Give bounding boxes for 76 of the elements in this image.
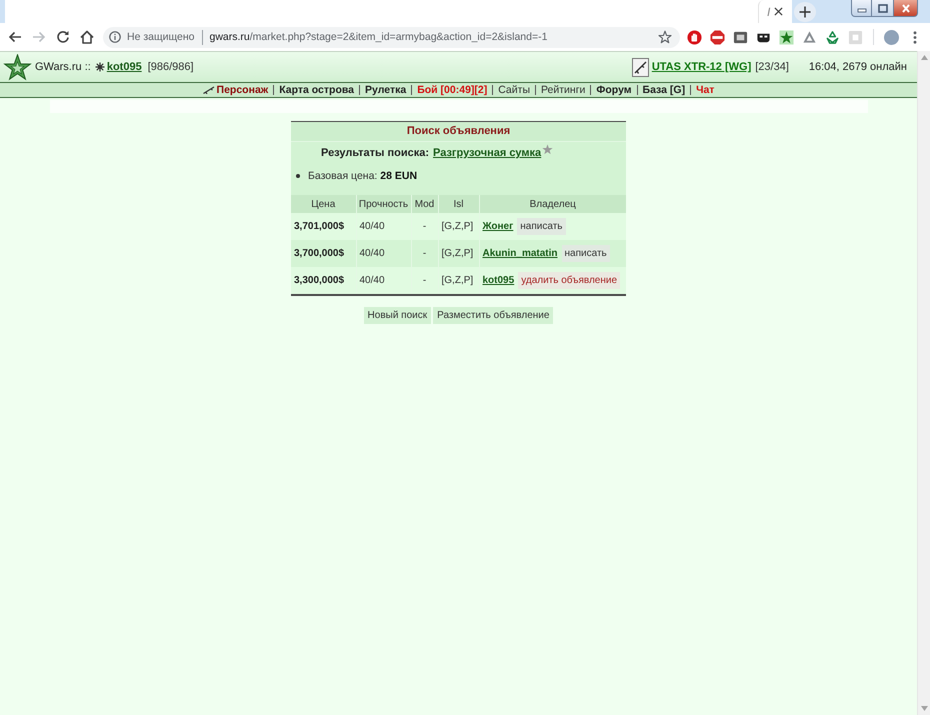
price-cell: 3,700,000$	[291, 240, 356, 267]
box-icon[interactable]	[733, 30, 748, 44]
triangle-icon[interactable]	[802, 30, 817, 44]
panel-title: Поиск объявления	[291, 122, 626, 142]
rifle-icon[interactable]	[632, 58, 649, 76]
star-icon[interactable]	[542, 144, 554, 155]
window-frame	[0, 0, 5, 23]
nav-link[interactable]: Чат	[696, 84, 714, 96]
user-link[interactable]: kot095	[106, 61, 142, 73]
rifle-icon	[202, 86, 216, 94]
bookmark-star-icon[interactable]	[658, 30, 672, 44]
results-label: Результаты поиска:	[321, 147, 430, 159]
column-header: Владелец	[479, 195, 626, 213]
delete-button[interactable]: удалить объявление	[518, 272, 620, 289]
owner-link[interactable]: Жонег	[482, 221, 514, 232]
close-icon[interactable]	[774, 7, 784, 16]
close-icon	[900, 4, 910, 12]
ammo-text: [23/34]	[755, 61, 789, 73]
price-cell: 3,300,000$	[291, 267, 356, 294]
column-header: Прочность	[356, 195, 411, 213]
home-icon	[79, 29, 95, 45]
online-status: 16:04, 2679 онлайн	[808, 61, 907, 73]
new-tab-button[interactable]	[794, 2, 816, 22]
nav-link[interactable]: Форум	[596, 84, 632, 96]
restore-button[interactable]	[872, 0, 894, 17]
close-button[interactable]	[894, 0, 918, 17]
bullet-icon	[296, 174, 300, 178]
info-icon[interactable]	[109, 31, 121, 43]
security-label: Не защищено	[127, 31, 194, 43]
address-bar[interactable]: Не защищено gwars.ru/market.php?stage=2&item_id=armybag&action_id=2&island=-1	[103, 26, 680, 48]
recycle-icon[interactable]	[825, 30, 840, 44]
durability-cell: 40/40	[356, 267, 411, 294]
price-cell: 3,701,000$	[291, 213, 356, 240]
owner-link[interactable]: Akunin_matatin	[482, 248, 558, 259]
item-link[interactable]: Разгрузочная сумка	[433, 147, 542, 159]
durability-cell: 40/40	[356, 213, 411, 240]
action-button[interactable]: Разместить объявление	[433, 307, 554, 324]
nav-link[interactable]: База [G]	[642, 84, 686, 96]
island-cell: [G,Z,P]	[438, 240, 479, 267]
octagon-icon[interactable]	[710, 30, 725, 44]
action-button[interactable]: Новый поиск	[364, 307, 432, 324]
star-tile-icon[interactable]	[779, 30, 794, 44]
restore-icon	[878, 4, 888, 12]
owner-link[interactable]: kot095	[482, 275, 514, 286]
forward-arrow-icon	[31, 29, 47, 45]
column-header: Mod	[411, 195, 438, 213]
nav-link[interactable]: Персонаж	[216, 84, 268, 96]
reload-icon	[55, 29, 71, 45]
menu-icon[interactable]	[912, 30, 916, 44]
nav-link[interactable]: Рулетка	[365, 84, 406, 96]
weapon-link[interactable]: UTAS XTR-12 [WG]	[652, 61, 752, 73]
mod-cell: -	[411, 267, 438, 294]
minimize-button[interactable]	[851, 0, 872, 17]
base-price-text: Базовая цена: 28 EUN	[308, 170, 418, 182]
clan-emblem-icon	[94, 62, 105, 72]
nav-link[interactable]: Бой [00:49][2]	[417, 84, 488, 96]
message-button[interactable]: написать	[562, 245, 610, 262]
site-name: GWars.ru ::	[35, 61, 91, 73]
island-cell: [G,Z,P]	[438, 267, 479, 294]
nav-link[interactable]: Рейтинги	[541, 84, 586, 96]
star-logo-icon[interactable]	[3, 54, 32, 80]
url-text: gwars.ru/market.php?stage=2&item_id=armybag&action_id=2&island=-1	[210, 31, 548, 43]
column-header: Цена	[291, 195, 356, 213]
island-cell: [G,Z,P]	[438, 213, 479, 240]
back-arrow-icon	[7, 29, 23, 45]
mod-cell: -	[411, 213, 438, 240]
mod-cell: -	[411, 240, 438, 267]
plus-icon	[799, 6, 811, 18]
message-button[interactable]: написать	[517, 218, 566, 235]
column-header: Isl	[438, 195, 479, 213]
nav-link[interactable]: Карта острова	[279, 84, 354, 96]
nav-link[interactable]: Сайты	[498, 84, 530, 96]
health-text: [986/986]	[148, 61, 194, 73]
durability-cell: 40/40	[356, 240, 411, 267]
hand-icon[interactable]	[687, 30, 702, 44]
avatar-icon[interactable]	[884, 30, 899, 44]
